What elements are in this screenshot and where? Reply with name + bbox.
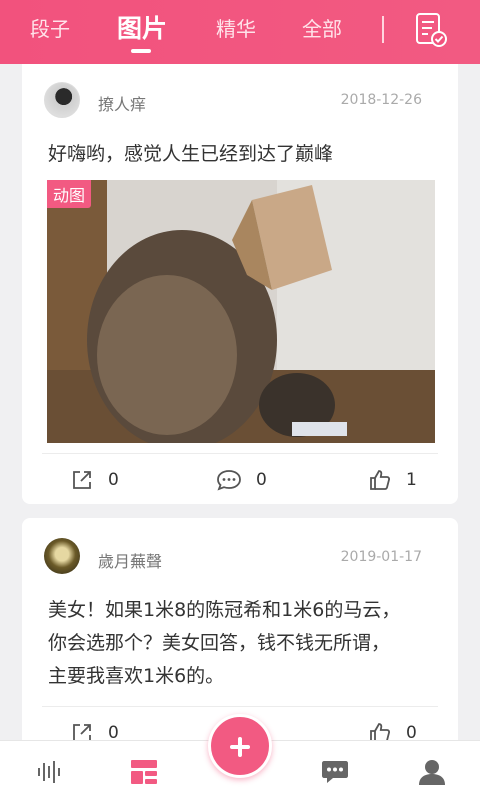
divider	[42, 453, 438, 454]
tab-featured[interactable]: 精华	[212, 0, 260, 64]
message-icon[interactable]	[321, 759, 349, 785]
active-tab-indicator	[131, 49, 151, 53]
thumbs-up-icon	[370, 723, 390, 740]
post-text: 好嗨哟，感觉人生已经到达了巅峰	[48, 143, 334, 165]
like-button[interactable]: 1	[368, 465, 417, 495]
tab-separator	[382, 16, 384, 43]
post-text: 美女！如果1米8的陈冠希和1米6的马云， 你会选那个？美女回答，钱不钱无所谓， …	[48, 594, 438, 693]
post-card[interactable]: 撩人痒 2018-12-26 好嗨哟，感觉人生已经到达了巅峰 动图 0 0 1	[22, 64, 458, 504]
post-date: 2018-12-26	[340, 92, 422, 108]
tab-all[interactable]: 全部	[298, 0, 346, 64]
like-button[interactable]: 0	[368, 718, 417, 740]
add-post-button[interactable]	[208, 714, 272, 778]
gif-badge: 动图	[47, 180, 92, 208]
comment-count: 0	[256, 470, 267, 490]
cat-with-box-image	[47, 180, 435, 443]
post-text-line: 主要我喜欢1米6的。	[48, 665, 225, 687]
thumbs-up-icon	[370, 470, 390, 490]
post-text-line: 你会选那个？美女回答，钱不钱无所谓，	[48, 632, 391, 654]
document-check-icon[interactable]	[414, 12, 448, 48]
like-count: 0	[406, 723, 417, 740]
user-icon[interactable]	[418, 759, 446, 785]
avatar[interactable]	[44, 82, 80, 118]
share-button[interactable]: 0	[70, 465, 119, 495]
share-icon	[73, 724, 91, 740]
post-feed[interactable]: 撩人痒 2018-12-26 好嗨哟，感觉人生已经到达了巅峰 动图 0 0 1 …	[0, 64, 480, 740]
post-username[interactable]: 撩人痒	[98, 91, 146, 115]
like-count: 1	[406, 470, 417, 490]
tab-jokes[interactable]: 段子	[26, 0, 74, 64]
divider	[42, 706, 438, 707]
share-icon	[73, 471, 91, 489]
post-username[interactable]: 歲月蕪聲	[98, 548, 162, 572]
share-count: 0	[108, 723, 119, 740]
share-button[interactable]: 0	[70, 718, 119, 740]
post-date: 2019-01-17	[340, 549, 422, 565]
audio-wave-icon[interactable]	[36, 759, 62, 785]
comment-button[interactable]: 0	[216, 465, 267, 495]
post-gif-image[interactable]: 动图	[47, 180, 435, 443]
comment-icon	[217, 470, 241, 491]
share-count: 0	[108, 470, 119, 490]
tab-pictures[interactable]: 图片	[111, 0, 173, 64]
feed-icon[interactable]	[130, 759, 158, 785]
post-card[interactable]: 歲月蕪聲 2019-01-17 美女！如果1米8的陈冠希和1米6的马云， 你会选…	[22, 518, 458, 740]
top-tab-bar: 段子 图片 精华 全部	[0, 0, 480, 64]
avatar[interactable]	[44, 538, 80, 574]
post-text-line: 美女！如果1米8的陈冠希和1米6的马云，	[48, 599, 401, 621]
